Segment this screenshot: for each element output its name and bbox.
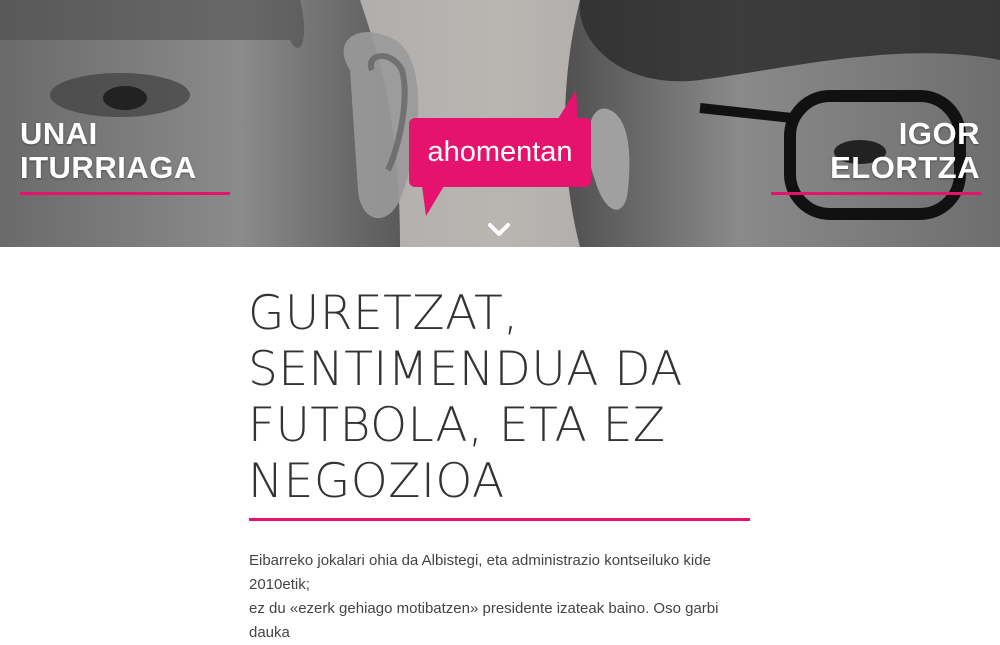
hero-banner: UNAI ITURRIAGA IGOR ELORTZA ahomentan xyxy=(0,0,1000,247)
article-intro: Eibarreko jokalari ohia da Albistegi, et… xyxy=(249,549,749,645)
right-person-last-name: ELORTZA xyxy=(830,150,980,185)
left-name-underline xyxy=(20,192,230,195)
speech-bubble-tail-bottom xyxy=(422,186,444,216)
intro-line: ez du «ezerk gehiago motibatzen» preside… xyxy=(249,600,719,641)
chevron-down-icon[interactable] xyxy=(487,222,511,238)
title-underline xyxy=(249,518,750,521)
right-person-name: IGOR ELORTZA xyxy=(830,117,980,185)
left-person-last-name: ITURRIAGA xyxy=(20,150,197,185)
left-person-name: UNAI ITURRIAGA xyxy=(20,117,197,185)
right-person-first-name: IGOR xyxy=(898,116,980,151)
article-title: GURETZAT, SENTIMENDUA DA FUTBOLA, ETA EZ… xyxy=(248,286,683,509)
right-name-underline xyxy=(771,192,981,195)
speech-bubble-logo[interactable]: ahomentan xyxy=(409,118,591,187)
left-person-first-name: UNAI xyxy=(20,116,98,151)
intro-line: Eibarreko jokalari ohia da Albistegi, et… xyxy=(249,552,711,593)
